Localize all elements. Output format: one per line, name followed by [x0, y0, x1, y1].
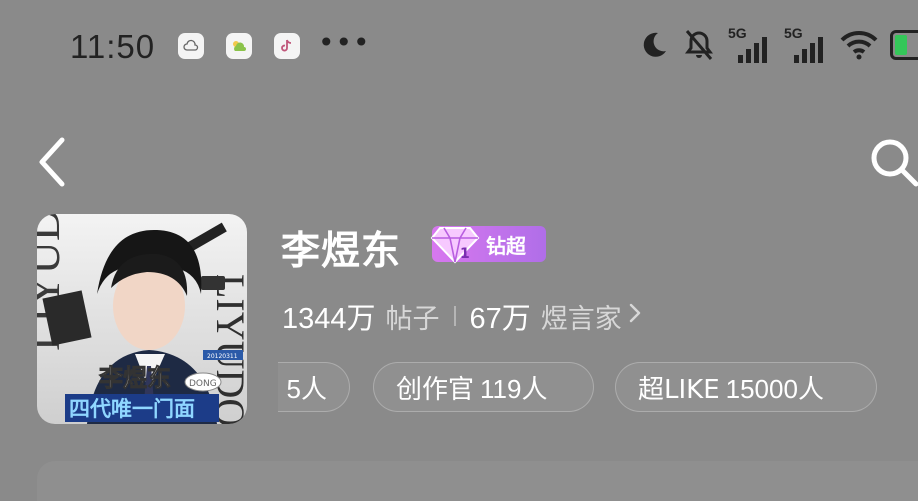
svg-text:1: 1 — [460, 246, 470, 262]
svg-text:20120311: 20120311 — [207, 353, 238, 360]
community-stats: 1344万 帖子 67万 煜言家 — [282, 294, 642, 338]
stat-tags: 5人 创作官 119人 超LIKE 15000人 — [278, 360, 918, 416]
badge-label: 钻超 — [486, 233, 526, 258]
battery-charging-icon — [890, 30, 918, 60]
diamond-super-badge[interactable]: 1 钻超 — [430, 226, 546, 264]
stat-tag[interactable]: 5人 — [278, 362, 350, 412]
avatar-name-text: 李煜东 — [99, 364, 171, 392]
status-time: 11:50 — [70, 28, 156, 65]
avatar-tag-text: DONG — [189, 379, 217, 389]
content-sheet-edge — [37, 461, 918, 501]
posts-count: 1344万 — [282, 303, 376, 335]
community-avatar[interactable]: LIYUDONG LIYUDONG 20120311 DONG 李煜东 四代唯一… — [37, 214, 247, 424]
weather-icon — [226, 33, 252, 59]
wifi-icon — [840, 25, 878, 65]
members-count[interactable]: 67万 — [470, 295, 531, 337]
more-notifications-icon: ••• — [318, 26, 371, 59]
status-bar: 11:50 ••• 5G 5G — [0, 0, 918, 90]
signal-5g-icon: 5G — [784, 25, 828, 65]
avatar-image: LIYUDONG LIYUDONG 20120311 DONG 李煜东 四代唯一… — [37, 214, 247, 424]
stat-tag-creator[interactable]: 创作官 119人 — [373, 362, 594, 412]
stat-tag-super-like[interactable]: 超LIKE 15000人 — [615, 362, 877, 412]
moon-icon — [638, 25, 670, 65]
search-icon — [871, 139, 918, 187]
mute-bell-icon — [682, 25, 716, 65]
chevron-left-icon — [39, 137, 65, 187]
stats-divider — [453, 306, 456, 326]
system-icons: 5G 5G — [638, 22, 918, 68]
search-button[interactable] — [862, 130, 918, 190]
members-label[interactable]: 煜言家 — [541, 297, 622, 336]
diamond-icon: 1 — [430, 227, 480, 264]
douyin-icon — [274, 33, 300, 59]
cloud-icon — [178, 33, 204, 59]
avatar-slogan-text: 四代唯一门面 — [69, 397, 195, 421]
chevron-right-icon[interactable] — [628, 301, 642, 331]
back-button[interactable] — [30, 132, 80, 192]
community-name: 李煜东 — [281, 229, 402, 274]
posts-label: 帖子 — [385, 303, 440, 335]
signal-5g-icon: 5G — [728, 25, 772, 65]
